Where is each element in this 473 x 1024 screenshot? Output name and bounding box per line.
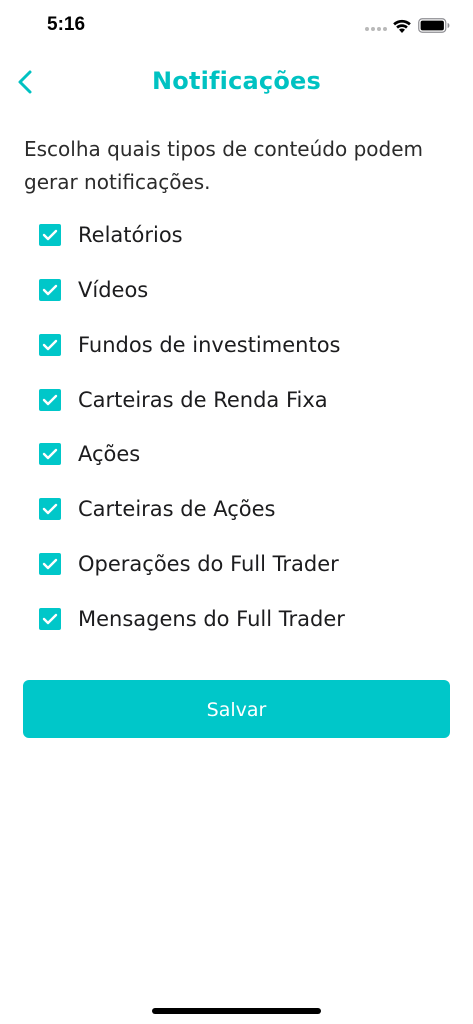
checkbox-checked[interactable] [39, 389, 61, 411]
option-label: Fundos de investimentos [78, 333, 341, 357]
status-time: 5:16 [47, 14, 86, 35]
save-button[interactable]: Salvar [23, 680, 450, 738]
checkmark-icon [42, 503, 58, 515]
checkbox-checked[interactable] [39, 279, 61, 301]
option-label: Vídeos [78, 278, 149, 302]
home-indicator [152, 1008, 321, 1014]
checkmark-icon [42, 394, 58, 406]
option-label: Carteiras de Renda Fixa [78, 388, 328, 412]
option-acoes[interactable]: Ações [0, 427, 473, 481]
page-title: Notificações [151, 67, 322, 95]
wifi-icon [393, 19, 411, 33]
checkbox-checked[interactable] [39, 498, 61, 520]
cellular-signal-icon [365, 27, 387, 31]
option-label: Relatórios [78, 223, 183, 247]
option-operacoes-full-trader[interactable]: Operações do Full Trader [0, 537, 473, 591]
option-label: Ações [78, 442, 141, 466]
checkbox-checked[interactable] [39, 553, 61, 575]
option-label: Carteiras de Ações [78, 497, 276, 521]
checkbox-checked[interactable] [39, 224, 61, 246]
option-label: Mensagens do Full Trader [78, 607, 345, 631]
battery-icon [418, 18, 450, 33]
status-bar: 5:16 [0, 0, 473, 52]
checkmark-icon [42, 229, 58, 241]
description-text: Escolha quais tipos de conteúdo podem ge… [24, 137, 423, 194]
checkmark-icon [42, 448, 58, 460]
option-mensagens-full-trader[interactable]: Mensagens do Full Trader [0, 592, 473, 646]
checkmark-icon [42, 558, 58, 570]
checkmark-icon [42, 613, 58, 625]
option-videos[interactable]: Vídeos [0, 263, 473, 317]
checkbox-checked[interactable] [39, 443, 61, 465]
option-relatorios[interactable]: Relatórios [0, 208, 473, 262]
option-carteiras-de-acoes[interactable]: Carteiras de Ações [0, 482, 473, 536]
checkbox-checked[interactable] [39, 608, 61, 630]
option-label: Operações do Full Trader [78, 552, 339, 576]
checkmark-icon [42, 339, 58, 351]
checkbox-checked[interactable] [39, 334, 61, 356]
option-carteiras-de-renda-fixa[interactable]: Carteiras de Renda Fixa [0, 373, 473, 427]
checkmark-icon [42, 284, 58, 296]
option-fundos-de-investimentos[interactable]: Fundos de investimentos [0, 318, 473, 372]
